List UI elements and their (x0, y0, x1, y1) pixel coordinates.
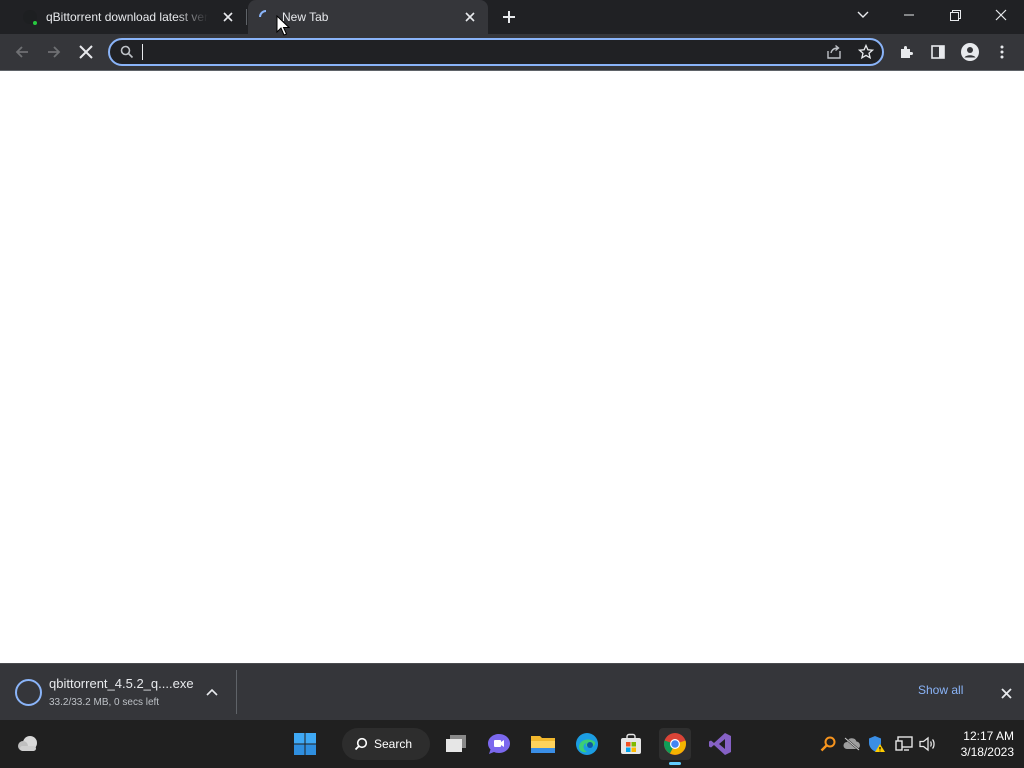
taskbar-search-label: Search (374, 737, 413, 751)
chevron-down-icon (857, 11, 869, 18)
weather-widget[interactable] (12, 728, 44, 760)
profile-icon (961, 43, 979, 61)
task-view-icon (446, 735, 466, 752)
menu-button[interactable] (988, 38, 1016, 66)
chat-button[interactable] (483, 728, 515, 760)
extensions-button[interactable] (892, 38, 920, 66)
new-tab-button[interactable] (496, 4, 522, 30)
close-icon (995, 9, 1007, 21)
edge-button[interactable] (571, 728, 603, 760)
windows-taskbar: Search 12:17 AM 3/18/2023 (0, 720, 1024, 768)
store-button[interactable] (615, 728, 647, 760)
download-shelf: qbittorrent_4.5.2_q....exe 33.2/33.2 MB,… (0, 663, 1024, 720)
visual-studio-icon (709, 733, 731, 755)
plus-icon (503, 11, 515, 23)
volume-icon[interactable] (918, 734, 938, 754)
cloud-icon (18, 736, 37, 751)
network-icon[interactable] (894, 734, 914, 754)
minimize-icon (904, 14, 914, 16)
tab-qbittorrent[interactable]: qBittorrent download latest versi (8, 0, 246, 34)
forward-arrow-icon (48, 46, 61, 58)
stop-icon (79, 45, 93, 59)
onedrive-offline-icon[interactable] (842, 734, 862, 754)
back-button[interactable] (8, 38, 36, 66)
stop-loading-button[interactable] (72, 38, 100, 66)
search-tray-icon[interactable] (818, 734, 838, 754)
chrome-button[interactable] (659, 728, 691, 765)
address-bar[interactable] (108, 38, 884, 66)
tab-search-button[interactable] (840, 0, 886, 30)
chrome-icon (664, 733, 686, 755)
clock-time: 12:17 AM (963, 729, 1014, 743)
search-icon (354, 737, 368, 751)
download-progress-icon (15, 679, 42, 706)
puzzle-icon (901, 46, 913, 58)
tab-strip: qBittorrent download latest versi New Ta… (0, 0, 1024, 34)
qbittorrent-favicon-icon (22, 9, 38, 25)
download-filename[interactable]: qbittorrent_4.5.2_q....exe (49, 676, 194, 691)
clock-date: 3/18/2023 (960, 745, 1014, 759)
tab-title: New Tab (282, 10, 329, 24)
side-panel-icon (931, 45, 945, 59)
start-icon (294, 733, 316, 755)
text-caret (142, 44, 143, 60)
close-shelf-button[interactable] (994, 681, 1018, 705)
task-view-button[interactable] (440, 728, 472, 760)
security-warning-icon[interactable] (866, 734, 886, 754)
tab-title: qBittorrent download latest versi (46, 10, 208, 24)
side-panel-button[interactable] (924, 38, 952, 66)
bookmark-star-icon[interactable] (857, 43, 875, 65)
mouse-cursor-icon (276, 15, 290, 36)
taskbar-search[interactable]: Search (342, 728, 430, 760)
share-icon[interactable] (826, 44, 842, 65)
restore-icon (949, 9, 961, 21)
visual-studio-button[interactable] (704, 728, 736, 760)
download-status: 33.2/33.2 MB, 0 secs left (49, 697, 160, 708)
loading-spinner-icon (258, 9, 274, 25)
close-window-button[interactable] (978, 0, 1024, 30)
download-options-button[interactable] (200, 680, 224, 704)
profile-button[interactable] (956, 38, 984, 66)
address-input[interactable] (140, 42, 780, 62)
edge-icon (576, 733, 598, 755)
close-icon (1000, 687, 1012, 699)
forward-button[interactable] (40, 38, 68, 66)
page-content (0, 71, 1024, 663)
close-tab-icon[interactable] (458, 5, 482, 29)
kebab-menu-icon (1000, 45, 1004, 59)
search-icon (120, 45, 134, 64)
file-explorer-button[interactable] (527, 728, 559, 760)
chevron-up-icon (206, 688, 218, 696)
file-explorer-icon (531, 736, 555, 753)
show-all-link[interactable]: Show all (918, 683, 963, 697)
shelf-divider (236, 670, 237, 714)
active-indicator (669, 762, 681, 765)
close-tab-icon[interactable] (216, 5, 240, 29)
store-icon (621, 733, 641, 754)
chat-icon (488, 734, 510, 754)
start-button[interactable] (289, 728, 321, 760)
minimize-button[interactable] (886, 0, 932, 30)
tab-separator (246, 9, 247, 25)
restore-button[interactable] (932, 0, 978, 30)
taskbar-clock[interactable]: 12:17 AM 3/18/2023 (940, 728, 1014, 760)
back-arrow-icon (15, 46, 28, 58)
